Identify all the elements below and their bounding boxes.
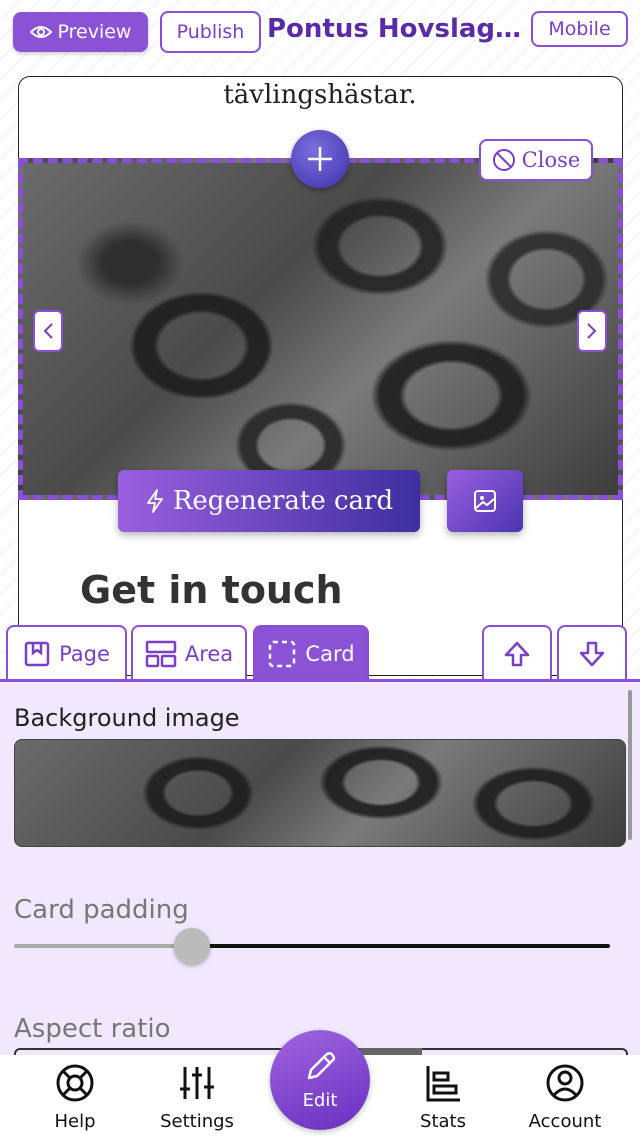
arrow-up-icon [504, 641, 530, 666]
nav-stats[interactable]: Stats [388, 1063, 498, 1132]
ban-icon [492, 149, 515, 171]
intro-text: tävlingshästar. [223, 80, 417, 110]
dashed-square-icon [269, 640, 296, 667]
tab-page-label: Page [59, 641, 110, 666]
tab-area-label: Area [184, 641, 234, 666]
nav-account-label: Account [528, 1111, 602, 1132]
tab-card-label: Card [305, 641, 355, 666]
plus-icon [308, 147, 332, 171]
move-up-button[interactable] [482, 625, 552, 680]
padding-slider-thumb[interactable] [174, 928, 210, 964]
padding-slider-track-filled[interactable] [14, 944, 192, 948]
arrow-down-icon [579, 641, 605, 666]
previous-image-button[interactable] [33, 310, 63, 352]
preview-label: Preview [57, 21, 132, 43]
account-icon [546, 1064, 584, 1102]
layout-icon [145, 640, 177, 667]
edit-label: Edit [302, 1089, 338, 1111]
tab-card[interactable]: Card [253, 625, 369, 680]
nav-settings[interactable]: Settings [142, 1063, 252, 1132]
stats-icon [426, 1066, 460, 1102]
change-image-button[interactable] [447, 470, 523, 532]
pencil-icon [307, 1051, 336, 1079]
chevron-left-icon [43, 323, 53, 339]
move-down-button[interactable] [557, 625, 627, 680]
lightning-icon [146, 489, 163, 513]
add-card-button[interactable] [291, 130, 349, 188]
close-label: Close [521, 148, 581, 172]
card-padding-label: Card padding [14, 895, 189, 925]
nav-account[interactable]: Account [510, 1063, 620, 1132]
chevron-right-icon [587, 323, 597, 339]
site-title: Pontus Hovslageri [267, 14, 522, 44]
image-icon [474, 490, 496, 512]
mobile-button[interactable]: Mobile [531, 11, 628, 47]
background-image-thumbnail[interactable] [14, 739, 626, 847]
nav-help[interactable]: Help [20, 1063, 130, 1132]
selected-image-card[interactable] [18, 158, 623, 500]
lifebuoy-icon [56, 1064, 94, 1102]
nav-stats-label: Stats [420, 1111, 466, 1132]
publish-button[interactable]: Publish [160, 11, 261, 53]
next-image-button[interactable] [577, 310, 607, 352]
nav-settings-label: Settings [160, 1111, 234, 1132]
padding-slider-track[interactable] [192, 944, 610, 948]
section-heading: Get in touch [80, 568, 343, 612]
edit-button[interactable]: Edit [270, 1030, 370, 1130]
regenerate-label: Regenerate card [172, 486, 394, 516]
nav-help-label: Help [54, 1111, 96, 1132]
page-icon [24, 641, 50, 666]
preview-button[interactable]: Preview [13, 12, 148, 52]
aspect-ratio-label: Aspect ratio [14, 1014, 171, 1044]
sliders-icon [180, 1067, 214, 1099]
tab-page[interactable]: Page [6, 625, 127, 680]
panel-scrollbar[interactable] [628, 690, 632, 840]
tab-area[interactable]: Area [131, 625, 247, 680]
eye-icon [29, 26, 52, 38]
close-button[interactable]: Close [479, 139, 593, 181]
background-image-label: Background image [14, 704, 240, 732]
regenerate-card-button[interactable]: Regenerate card [118, 470, 420, 532]
